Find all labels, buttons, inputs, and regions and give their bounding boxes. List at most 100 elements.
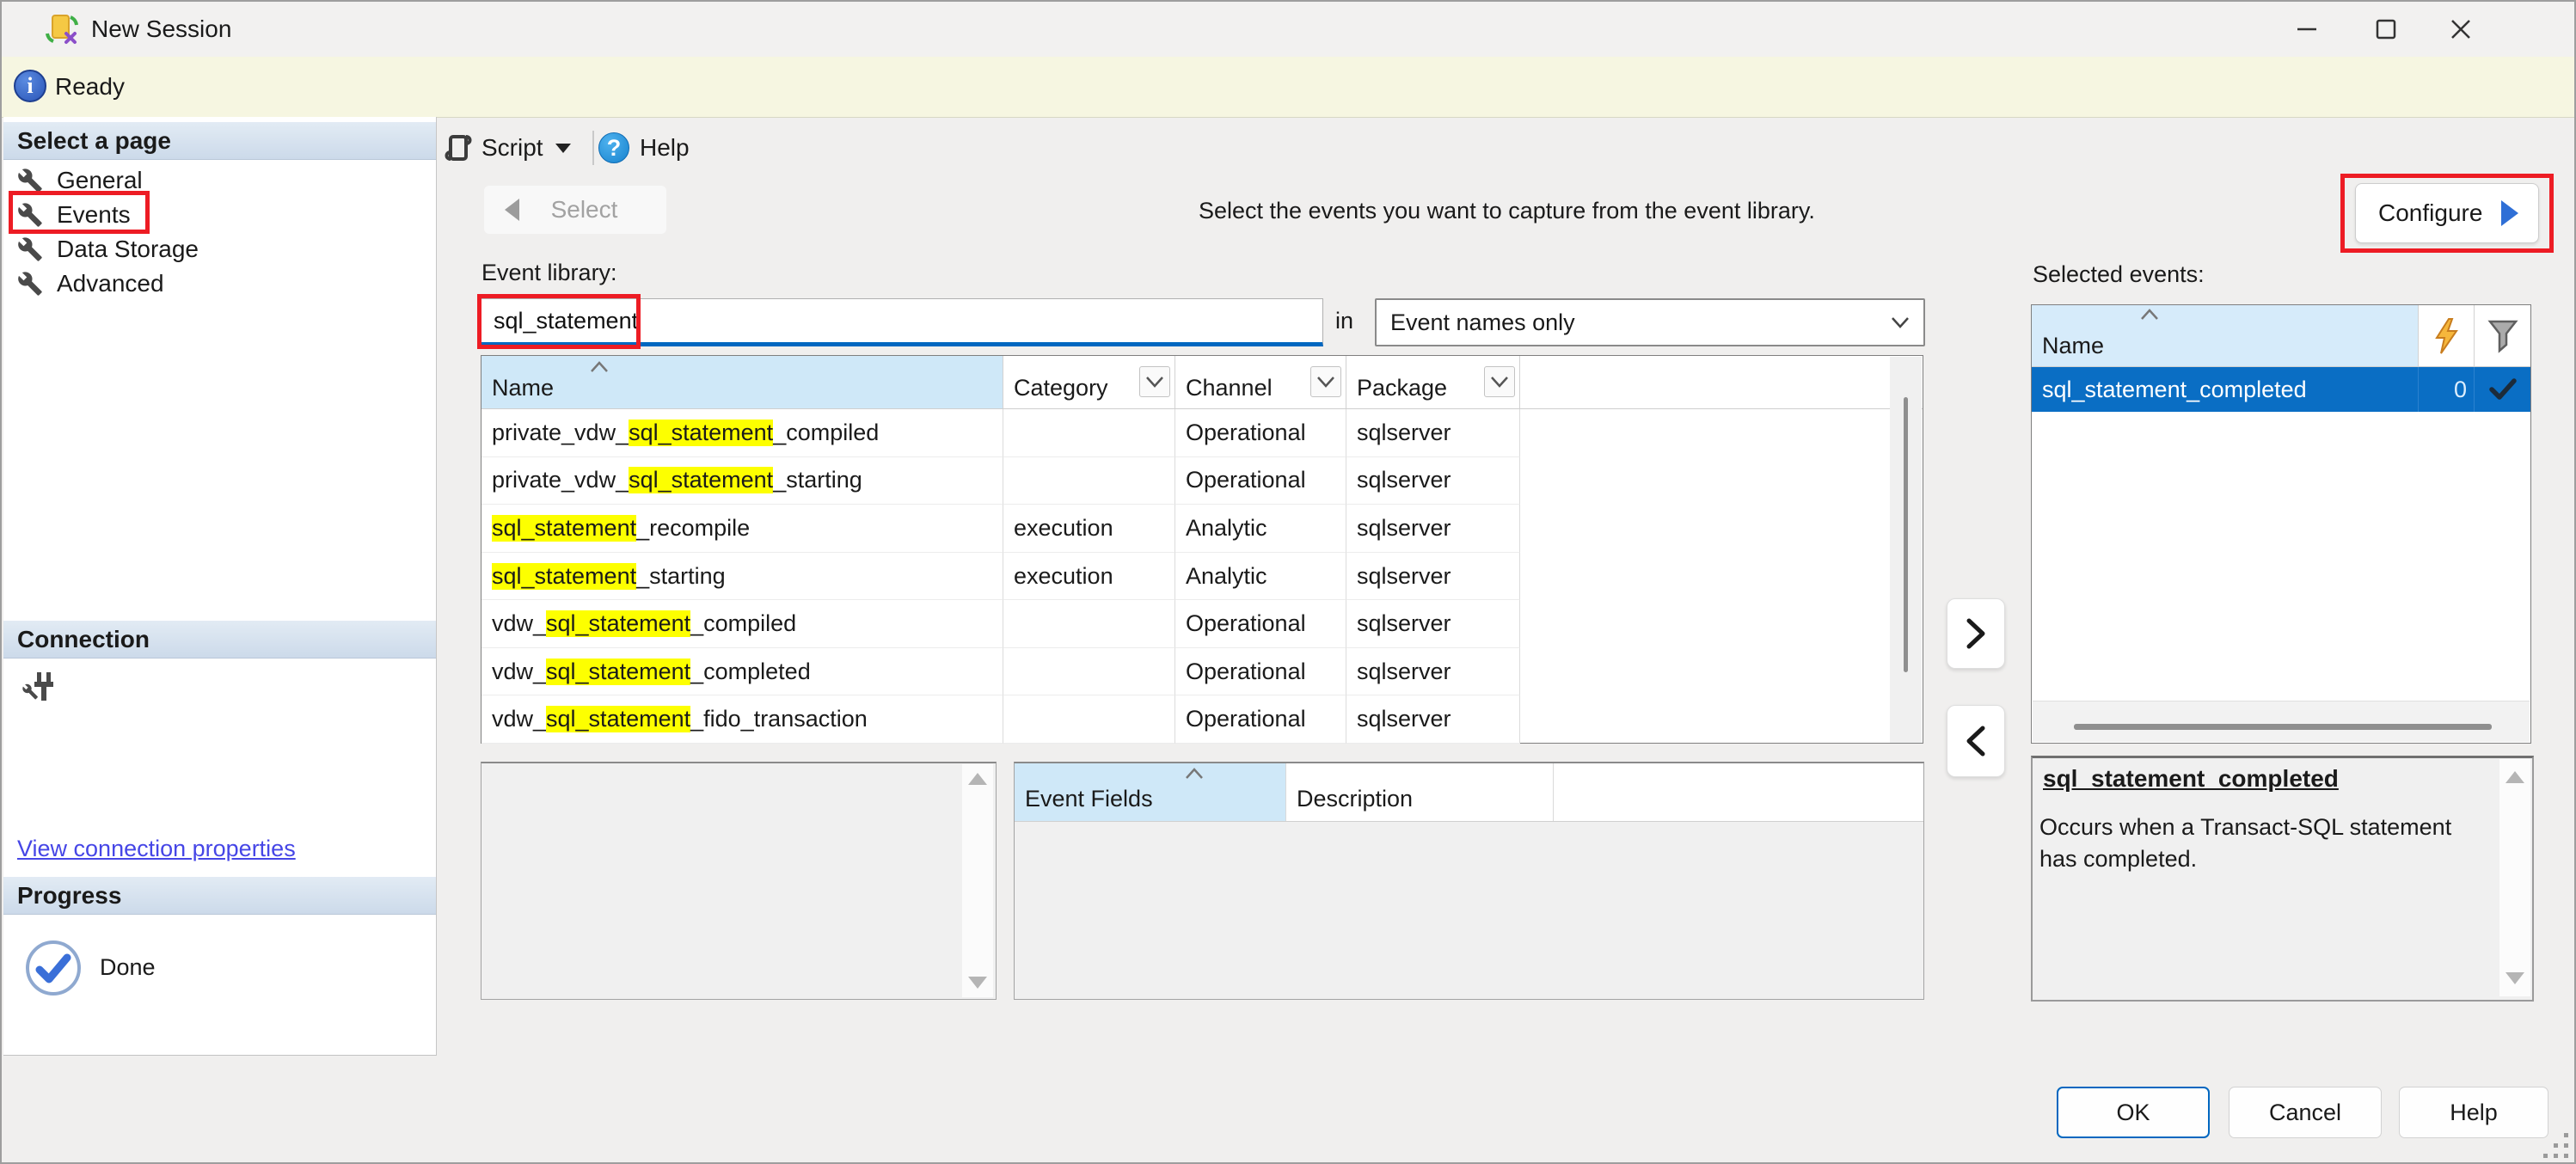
chevron-down-icon bbox=[1891, 316, 1910, 328]
connection-icon bbox=[14, 669, 53, 705]
chevron-down-icon bbox=[1316, 376, 1335, 388]
done-check-icon bbox=[24, 939, 83, 997]
wrench-icon bbox=[17, 236, 43, 262]
resize-grip[interactable] bbox=[2538, 1131, 2571, 1161]
maximize-button[interactable] bbox=[2358, 3, 2413, 55]
package-filter-button[interactable] bbox=[1484, 366, 1515, 397]
search-scope-dropdown[interactable]: Event names only bbox=[1375, 298, 1925, 346]
scroll-up-icon[interactable] bbox=[968, 773, 987, 785]
selected-events-label: Selected events: bbox=[2033, 261, 2205, 288]
scrollbar-thumb[interactable] bbox=[2074, 724, 2492, 730]
configure-button[interactable]: Configure bbox=[2355, 183, 2539, 243]
event-fields-panel: Event Fields Description bbox=[1014, 762, 1924, 1000]
library-table-header: Name Category Channel Package bbox=[481, 356, 1923, 409]
filter-icon bbox=[2487, 319, 2518, 353]
column-header-filler bbox=[1554, 763, 1923, 821]
lightning-icon bbox=[2432, 317, 2461, 355]
select-nav-button[interactable]: Select bbox=[484, 186, 666, 234]
column-header-package[interactable]: Package bbox=[1346, 356, 1520, 408]
search-scope-value: Event names only bbox=[1390, 309, 1891, 336]
table-row[interactable]: vdw_sql_statement_completed Operational … bbox=[481, 648, 1891, 696]
column-header-category[interactable]: Category bbox=[1003, 356, 1175, 408]
column-header-name[interactable]: Name bbox=[2032, 305, 2419, 366]
scroll-down-icon[interactable] bbox=[968, 977, 987, 989]
select-label: Select bbox=[519, 196, 649, 224]
help-label: Help bbox=[640, 134, 690, 162]
column-header-actions[interactable] bbox=[2419, 305, 2475, 366]
check-icon bbox=[2488, 377, 2518, 401]
sort-asc-icon bbox=[1185, 768, 1204, 780]
minimize-button[interactable] bbox=[2279, 3, 2334, 55]
back-arrow-icon bbox=[505, 199, 519, 221]
progress-status: Done bbox=[100, 954, 156, 981]
library-table-body: private_vdw_sql_statement_compiled Opera… bbox=[481, 409, 1891, 744]
table-row[interactable]: sql_statement_recompile execution Analyt… bbox=[481, 505, 1891, 553]
vertical-scrollbar[interactable] bbox=[2499, 759, 2530, 996]
column-header-description[interactable]: Description bbox=[1286, 763, 1554, 821]
column-header-name[interactable]: Name bbox=[481, 356, 1003, 408]
view-connection-properties-link[interactable]: View connection properties bbox=[17, 836, 296, 862]
table-row[interactable]: vdw_sql_statement_compiled Operational s… bbox=[481, 600, 1891, 648]
forward-arrow-icon bbox=[2501, 200, 2518, 226]
in-label: in bbox=[1335, 308, 1353, 334]
help-button[interactable]: Help bbox=[2399, 1087, 2548, 1138]
column-header-channel[interactable]: Channel bbox=[1175, 356, 1346, 408]
search-highlight: sql_statement bbox=[546, 610, 690, 637]
event-description-empty-panel bbox=[481, 762, 997, 1000]
add-event-button[interactable] bbox=[1947, 598, 2005, 669]
selected-horizontal-scrollbar[interactable] bbox=[2033, 701, 2530, 742]
column-header-filter[interactable] bbox=[2475, 305, 2530, 366]
table-row[interactable]: vdw_sql_statement_fido_transaction Opera… bbox=[481, 695, 1891, 744]
library-vertical-scrollbar[interactable] bbox=[1890, 357, 1922, 743]
help-toolbar-button[interactable]: ? Help bbox=[598, 127, 710, 168]
status-text: Ready bbox=[55, 57, 125, 117]
vertical-scrollbar[interactable] bbox=[962, 764, 993, 997]
scroll-down-icon[interactable] bbox=[2505, 972, 2524, 984]
wrench-icon bbox=[17, 271, 43, 297]
event-fields-header-row: Event Fields Description bbox=[1015, 763, 1923, 822]
sidebar-item-data-storage[interactable]: Data Storage bbox=[3, 232, 436, 266]
cancel-button[interactable]: Cancel bbox=[2229, 1087, 2382, 1138]
search-highlight: sql_statement bbox=[492, 563, 636, 590]
channel-filter-button[interactable] bbox=[1310, 366, 1341, 397]
scrollbar-thumb[interactable] bbox=[1904, 397, 1908, 672]
table-row[interactable]: sql_statement_starting execution Analyti… bbox=[481, 553, 1891, 601]
toolbar-separator bbox=[592, 131, 594, 165]
close-icon bbox=[2449, 17, 2473, 41]
table-row[interactable]: private_vdw_sql_statement_starting Opera… bbox=[481, 457, 1891, 505]
maximize-icon bbox=[2374, 17, 2398, 41]
annotation-box-events bbox=[9, 191, 150, 234]
search-highlight: sql_statement bbox=[629, 467, 773, 493]
sidebar: Select a page General Events Data Storag… bbox=[3, 117, 437, 1056]
selected-event-action-count: 0 bbox=[2454, 377, 2467, 403]
selected-event-row[interactable]: sql_statement_completed 0 bbox=[2032, 367, 2530, 412]
sort-asc-icon bbox=[590, 361, 609, 373]
info-icon: i bbox=[14, 70, 46, 102]
new-session-dialog: New Session i Ready Select a page Genera… bbox=[0, 0, 2576, 1164]
chevron-down-icon bbox=[1145, 376, 1164, 388]
event-description-title: sql_statement_completed bbox=[2043, 765, 2339, 793]
column-header-event-fields[interactable]: Event Fields bbox=[1015, 763, 1286, 821]
category-filter-button[interactable] bbox=[1139, 366, 1170, 397]
configure-label: Configure bbox=[2378, 199, 2482, 227]
selected-events-header: Name bbox=[2032, 305, 2530, 367]
event-library-table: Name Category Channel Package private_vd… bbox=[481, 355, 1923, 744]
script-button[interactable]: Script bbox=[439, 127, 585, 168]
status-bar: i Ready bbox=[2, 57, 2576, 118]
chevron-down-icon[interactable] bbox=[555, 144, 571, 153]
minimize-icon bbox=[2295, 17, 2319, 41]
table-row[interactable]: private_vdw_sql_statement_compiled Opera… bbox=[481, 409, 1891, 457]
scroll-up-icon[interactable] bbox=[2505, 771, 2524, 783]
sidebar-item-label: Data Storage bbox=[57, 236, 199, 263]
remove-event-button[interactable] bbox=[1947, 705, 2005, 777]
script-label: Script bbox=[481, 134, 543, 162]
column-header-filler bbox=[1520, 356, 1923, 408]
search-highlight: sql_statement bbox=[546, 706, 690, 732]
connection-header: Connection bbox=[3, 621, 436, 659]
sidebar-item-advanced[interactable]: Advanced bbox=[3, 266, 436, 301]
search-highlight: sql_statement bbox=[546, 659, 690, 685]
wrench-icon bbox=[17, 168, 43, 193]
close-button[interactable] bbox=[2433, 3, 2488, 55]
ok-button[interactable]: OK bbox=[2057, 1087, 2210, 1138]
help-icon: ? bbox=[598, 132, 629, 163]
